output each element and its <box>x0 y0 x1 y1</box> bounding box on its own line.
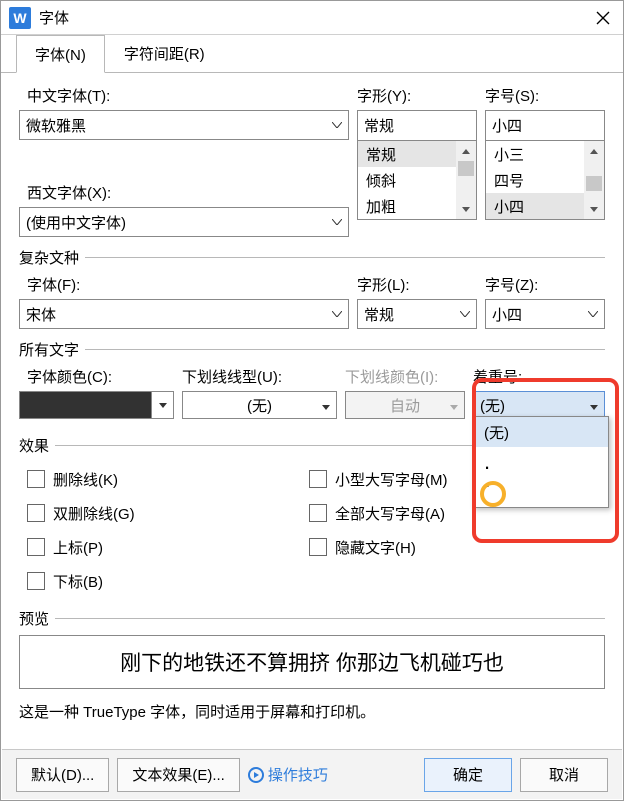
checkbox-icon <box>27 572 45 590</box>
default-button[interactable]: 默认(D)... <box>16 758 109 792</box>
close-button[interactable] <box>583 1 623 34</box>
complex-size-combo[interactable]: 小四 <box>485 299 605 329</box>
style-option[interactable]: 加粗 <box>358 193 456 219</box>
style-input[interactable]: 常规 <box>357 110 477 140</box>
western-font-combo[interactable]: (使用中文字体) <box>19 207 349 237</box>
effects-legend: 效果 <box>19 435 55 456</box>
chevron-down-icon <box>332 219 342 225</box>
font-note: 这是一种 TrueType 字体，同时适用于屏幕和打印机。 <box>19 697 605 734</box>
chevron-down-icon <box>332 122 342 128</box>
chevron-down-icon <box>322 397 330 414</box>
scroll-down-icon[interactable] <box>584 199 604 219</box>
chinese-font-label: 中文字体(T): <box>19 85 349 106</box>
size-option[interactable]: 四号 <box>486 167 584 193</box>
emphasis-value: (无) <box>480 395 505 416</box>
emphasis-label: 着重号: <box>473 366 605 387</box>
chinese-font-value: 微软雅黑 <box>26 115 328 136</box>
complex-style-combo[interactable]: 常规 <box>357 299 477 329</box>
size-input[interactable]: 小四 <box>485 110 605 140</box>
checkbox-icon <box>27 470 45 488</box>
divider <box>85 349 605 350</box>
app-icon: W <box>9 7 31 29</box>
preview-text: 刚下的地铁还不算拥挤 你那边飞机碰巧也 <box>120 647 504 677</box>
complex-font-combo[interactable]: 宋体 <box>19 299 349 329</box>
divider <box>55 618 605 619</box>
chinese-font-combo[interactable]: 微软雅黑 <box>19 110 349 140</box>
checkbox-strike[interactable]: 删除线(K) <box>27 462 309 496</box>
chevron-down-icon <box>450 397 458 414</box>
emphasis-option-tick[interactable]: ` <box>474 477 608 507</box>
chevron-down-icon <box>588 311 598 317</box>
text-effects-button[interactable]: 文本效果(E)... <box>117 758 240 792</box>
tabbar: 字体(N) 字符间距(R) <box>1 35 623 73</box>
complex-style-value: 常规 <box>364 304 456 325</box>
chevron-down-icon <box>332 311 342 317</box>
emphasis-combo[interactable]: (无) <box>473 391 605 419</box>
checkbox-icon <box>27 504 45 522</box>
tips-link[interactable]: 操作技巧 <box>248 764 328 785</box>
checkbox-icon <box>309 504 327 522</box>
chevron-down-icon <box>460 311 470 317</box>
underline-color-label: 下划线颜色(I): <box>345 366 465 387</box>
size-option[interactable]: 小三 <box>486 141 584 167</box>
all-text-legend: 所有文字 <box>19 339 85 360</box>
footer: 默认(D)... 文本效果(E)... 操作技巧 确定 取消 <box>2 749 622 799</box>
scroll-up-icon[interactable] <box>456 141 476 161</box>
divider <box>85 257 605 258</box>
checkbox-icon <box>309 538 327 556</box>
complex-size-value: 小四 <box>492 304 584 325</box>
scroll-up-icon[interactable] <box>584 141 604 161</box>
preview-box: 刚下的地铁还不算拥挤 你那边飞机碰巧也 <box>19 635 605 689</box>
underline-value: (无) <box>247 395 272 416</box>
checkbox-icon <box>27 538 45 556</box>
complex-style-label: 字形(L): <box>357 274 477 295</box>
emphasis-dropdown-list[interactable]: (无) . ` <box>473 416 609 508</box>
scrollbar[interactable] <box>584 141 604 219</box>
complex-legend: 复杂文种 <box>19 247 85 268</box>
titlebar: W 字体 <box>1 1 623 35</box>
ok-button[interactable]: 确定 <box>424 758 512 792</box>
size-label: 字号(S): <box>485 85 605 106</box>
style-value: 常规 <box>364 115 470 136</box>
style-option[interactable]: 倾斜 <box>358 167 456 193</box>
tab-spacing[interactable]: 字符间距(R) <box>105 34 224 72</box>
chevron-down-icon <box>151 392 173 418</box>
underline-color-combo: 自动 <box>345 391 465 419</box>
emphasis-option-none[interactable]: (无) <box>474 417 608 447</box>
style-listbox[interactable]: 常规 倾斜 加粗 <box>357 140 477 220</box>
preview-legend: 预览 <box>19 608 55 629</box>
checkbox-hidden[interactable]: 隐藏文字(H) <box>309 530 605 564</box>
scrollbar[interactable] <box>456 141 476 219</box>
complex-font-label: 字体(F): <box>19 274 349 295</box>
style-option[interactable]: 常规 <box>358 141 456 167</box>
scroll-down-icon[interactable] <box>456 199 476 219</box>
play-icon <box>248 767 264 783</box>
style-label: 字形(Y): <box>357 85 477 106</box>
underline-color-value: 自动 <box>390 395 420 416</box>
complex-size-label: 字号(Z): <box>485 274 605 295</box>
checkbox-double-strike[interactable]: 双删除线(G) <box>27 496 309 530</box>
western-font-label: 西文字体(X): <box>19 182 349 203</box>
size-value: 小四 <box>492 115 598 136</box>
underline-label: 下划线线型(U): <box>182 366 337 387</box>
checkbox-icon <box>309 470 327 488</box>
size-listbox[interactable]: 小三 四号 小四 <box>485 140 605 220</box>
size-option[interactable]: 小四 <box>486 193 584 219</box>
font-color-combo[interactable] <box>19 391 174 419</box>
western-font-value: (使用中文字体) <box>26 212 328 233</box>
window-title: 字体 <box>39 7 583 28</box>
complex-font-value: 宋体 <box>26 304 328 325</box>
color-swatch <box>20 392 151 418</box>
checkbox-subscript[interactable]: 下标(B) <box>27 564 309 598</box>
chevron-down-icon <box>590 397 598 414</box>
close-icon <box>596 11 610 25</box>
tab-font[interactable]: 字体(N) <box>16 35 105 73</box>
checkbox-superscript[interactable]: 上标(P) <box>27 530 309 564</box>
font-color-label: 字体颜色(C): <box>19 366 174 387</box>
cancel-button[interactable]: 取消 <box>520 758 608 792</box>
underline-combo[interactable]: (无) <box>182 391 337 419</box>
emphasis-option-dot[interactable]: . <box>474 447 608 477</box>
